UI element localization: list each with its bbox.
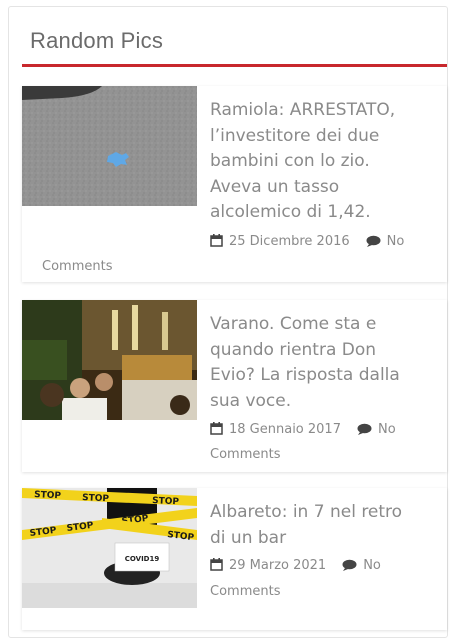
asphalt-image [22, 86, 197, 206]
post-comments-3b[interactable]: Comments [210, 580, 280, 604]
calendar-icon [210, 420, 223, 444]
post-comments-1a[interactable]: No [387, 234, 405, 249]
post-thumbnail-3[interactable]: COVID19 STOP STOP STOP STOP STOP STOP ST… [22, 488, 197, 608]
covid-tape-image: COVID19 STOP STOP STOP STOP STOP STOP ST… [22, 488, 197, 608]
post-card-3: COVID19 STOP STOP STOP STOP STOP STOP ST… [22, 488, 447, 630]
title-underline [22, 64, 447, 67]
post-meta-1: 25 Dicembre 2016 No [210, 230, 404, 256]
post-comments-2a[interactable]: No [378, 422, 396, 437]
post-card-2: Varano. Come sta e quando rientra Don Ev… [22, 300, 447, 472]
post-date-1: 25 Dicembre 2016 [229, 234, 350, 249]
svg-text:STOP: STOP [82, 493, 110, 504]
post-comments-1b[interactable]: Comments [42, 255, 112, 279]
svg-text:STOP: STOP [152, 496, 180, 507]
post-title-1[interactable]: Ramiola: ARRESTATO, l’investitore dei du… [210, 98, 420, 226]
church-image [22, 300, 197, 420]
comment-icon [357, 420, 372, 444]
post-card-1: Ramiola: ARRESTATO, l’investitore dei du… [22, 86, 447, 282]
post-date-3: 29 Marzo 2021 [229, 558, 327, 573]
post-thumbnail-2[interactable] [22, 300, 197, 420]
post-thumbnail-1[interactable] [22, 86, 197, 206]
post-comments-2b[interactable]: Comments [210, 443, 280, 467]
calendar-icon [210, 232, 223, 256]
post-meta-2: 18 Gennaio 2017 No [210, 418, 396, 444]
covid-sign-text: COVID19 [125, 555, 160, 563]
post-title-2[interactable]: Varano. Come sta e quando rientra Don Ev… [210, 312, 420, 414]
post-comments-3a[interactable]: No [363, 558, 381, 573]
widget-title: Random Pics [30, 28, 164, 53]
post-date-2: 18 Gennaio 2017 [229, 422, 341, 437]
post-title-3[interactable]: Albareto: in 7 nel retro di un bar [210, 500, 420, 551]
post-meta-3: 29 Marzo 2021 No [210, 554, 381, 580]
calendar-icon [210, 556, 223, 580]
comment-icon [366, 232, 381, 256]
tape-text: STOP [34, 490, 62, 501]
comment-icon [342, 556, 357, 580]
